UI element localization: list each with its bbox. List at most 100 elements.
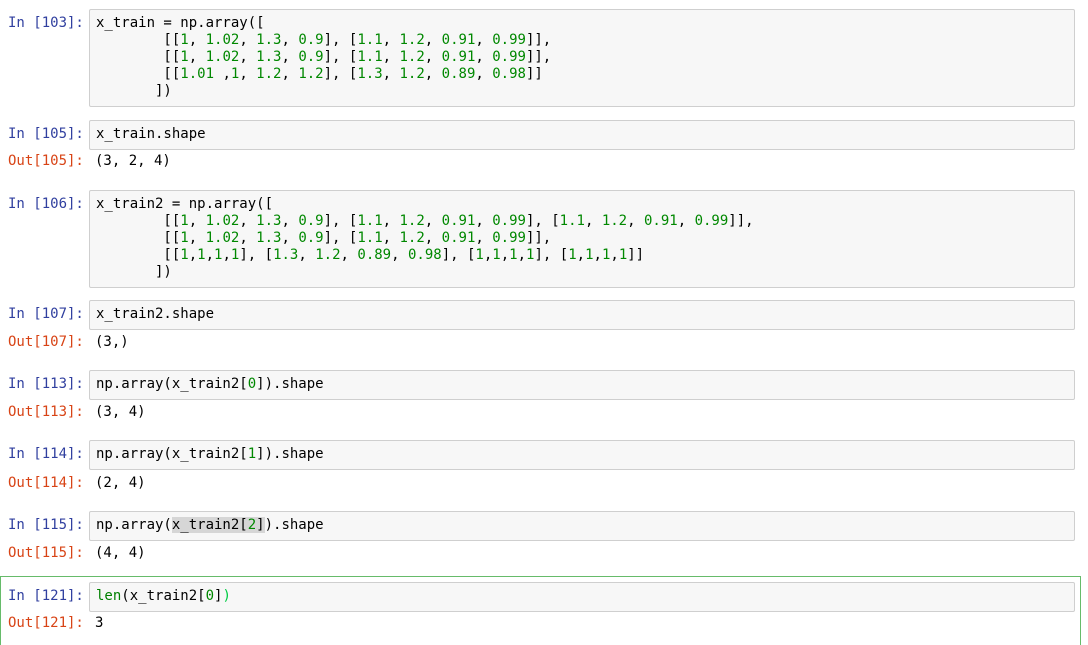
code-token: 0.9 — [298, 230, 324, 246]
code-text[interactable]: np.array(x_train2[1]).shape — [96, 446, 324, 463]
notebook-cell[interactable]: In [121]: len(x_train2[0]) Out[121]: 3 — [0, 576, 1088, 645]
input-prompt: In [114]: — [8, 446, 84, 462]
code-token: , — [576, 247, 586, 263]
code-token: np.array(x_train2[ — [96, 376, 248, 392]
code-text[interactable]: x_train2 = np.array([ [[1, 1.02, 1.3, 0.… — [96, 196, 754, 281]
code-input-area[interactable]: len(x_train2[0]) — [89, 582, 1075, 612]
notebook-cell[interactable]: In [107]: x_train2.shape Out[107]: (3,) — [0, 300, 1088, 364]
code-token: 1.2 — [399, 213, 425, 229]
code-token: 1 — [475, 247, 484, 263]
code-token: x_train2.shape — [96, 306, 215, 322]
input-prompt: In [103]: — [8, 15, 84, 31]
code-token: , — [188, 32, 206, 48]
code-token: np.array(x_train2[ — [96, 446, 248, 462]
code-token: , — [188, 230, 206, 246]
code-token: , — [281, 230, 299, 246]
code-input-area[interactable]: x_train.shape — [89, 120, 1075, 150]
code-input-area[interactable]: np.array(x_train2[0]).shape — [89, 370, 1075, 400]
code-token: ] — [256, 517, 265, 533]
code-line: x_train = np.array([ — [96, 15, 551, 32]
code-token: 1.3 — [256, 230, 282, 246]
code-token: 0.91 — [441, 49, 476, 65]
code-line: x_train2.shape — [96, 306, 214, 323]
code-token: , — [391, 247, 408, 263]
output-prompt: Out[121]: — [8, 615, 84, 631]
code-line: [[1, 1.02, 1.3, 0.9], [1.1, 1.2, 0.91, 0… — [96, 230, 754, 247]
code-token: , — [239, 230, 257, 246]
code-token: 1 — [180, 32, 189, 48]
code-token: , — [239, 32, 257, 48]
code-token: 1 — [180, 213, 189, 229]
code-token: 1.2 — [399, 230, 425, 246]
code-input-area[interactable]: x_train = np.array([ [[1, 1.02, 1.3, 0.9… — [89, 9, 1075, 107]
code-token: 1.2 — [399, 66, 425, 82]
code-line: np.array(x_train2[1]).shape — [96, 446, 324, 463]
code-token: , — [188, 49, 206, 65]
output-prompt: Out[115]: — [8, 545, 84, 561]
cell-output: (3, 4) — [95, 404, 146, 420]
code-token: , — [424, 66, 442, 82]
code-token: ).shape — [264, 517, 324, 533]
code-token: [[ — [96, 49, 181, 65]
code-token: [[ — [96, 32, 181, 48]
code-token: ]) — [96, 264, 172, 280]
code-token: 0.91 — [441, 230, 476, 246]
code-token: , — [424, 49, 442, 65]
code-token: , — [239, 66, 257, 82]
code-token: 0.99 — [694, 213, 729, 229]
output-prompt: Out[105]: — [8, 153, 84, 169]
code-input-area[interactable]: np.array(x_train2[1]).shape — [89, 440, 1075, 470]
code-token: 1.3 — [357, 66, 383, 82]
code-token: ]).shape — [256, 376, 324, 392]
notebook-cell[interactable]: In [103]: x_train = np.array([ [[1, 1.02,… — [0, 9, 1088, 107]
code-text[interactable]: x_train.shape — [96, 126, 206, 143]
code-token: , — [382, 66, 400, 82]
notebook-cell[interactable]: In [114]: np.array(x_train2[1]).shape Out[… — [0, 440, 1088, 505]
notebook-cell[interactable]: In [105]: x_train.shape Out[105]: (3, 2, 4) — [0, 120, 1088, 183]
code-token: ], [ — [323, 230, 358, 246]
code-token: ], [ — [239, 247, 274, 263]
code-line: [[1, 1.02, 1.3, 0.9], [1.1, 1.2, 0.91, 0… — [96, 213, 753, 230]
code-line: np.array(x_train2[0]).shape — [96, 376, 324, 393]
code-token: [[ — [96, 213, 181, 229]
code-token: 0.99 — [492, 32, 526, 48]
code-input-area[interactable]: x_train2.shape — [89, 300, 1075, 330]
notebook-cell[interactable]: In [115]: np.array(x_train2[2]).shape Out[… — [0, 511, 1088, 575]
input-prompt: In [106]: — [8, 196, 84, 212]
code-text[interactable]: len(x_train2[0]) — [96, 588, 231, 605]
code-input-area[interactable]: np.array(x_train2[2]).shape — [89, 511, 1075, 541]
code-token: len — [96, 588, 122, 604]
code-text[interactable]: x_train = np.array([ [[1, 1.02, 1.3, 0.9… — [96, 15, 551, 100]
code-token: , — [222, 247, 231, 263]
code-token: [[ — [96, 66, 181, 82]
notebook-cell[interactable]: In [113]: np.array(x_train2[0]).shape Out[… — [0, 370, 1088, 434]
code-token: , — [677, 213, 695, 229]
code-line: [[1, 1.02, 1.3, 0.9], [1.1, 1.2, 0.91, 0… — [96, 49, 551, 66]
code-token: , — [188, 213, 206, 229]
code-token: ]) — [96, 83, 172, 99]
output-prompt: Out[107]: — [8, 334, 84, 350]
code-text[interactable]: np.array(x_train2[2]).shape — [96, 517, 324, 534]
code-text[interactable]: np.array(x_train2[0]).shape — [96, 376, 324, 393]
code-text[interactable]: x_train2.shape — [96, 306, 214, 323]
code-token: , — [424, 32, 442, 48]
cell-output: (3,) — [95, 334, 129, 350]
code-token: [[ — [96, 247, 181, 263]
notebook-cell[interactable]: In [106]: x_train2 = np.array([ [[1, 1.02… — [0, 190, 1088, 288]
code-token: 0.89 — [441, 66, 476, 82]
code-token: 1 — [568, 247, 577, 263]
code-token: x_train = np.array([ — [96, 15, 265, 31]
code-input-area[interactable]: x_train2 = np.array([ [[1, 1.02, 1.3, 0.… — [89, 190, 1075, 288]
output-prompt: Out[114]: — [8, 475, 84, 491]
code-line: ]) — [96, 264, 754, 281]
code-token: 1 — [247, 446, 257, 462]
code-token: x_train2 = np.array([ — [96, 196, 274, 212]
code-token: ], [ — [323, 49, 358, 65]
code-token: , — [281, 66, 299, 82]
code-token: 1 — [197, 247, 206, 263]
input-prompt: In [105]: — [8, 126, 84, 142]
code-line: [[1.01 ,1, 1.2, 1.2], [1.3, 1.2, 0.89, 0… — [96, 66, 551, 83]
code-token: 0.99 — [492, 49, 526, 65]
code-token: ], [ — [534, 247, 569, 263]
code-token: , — [517, 247, 527, 263]
